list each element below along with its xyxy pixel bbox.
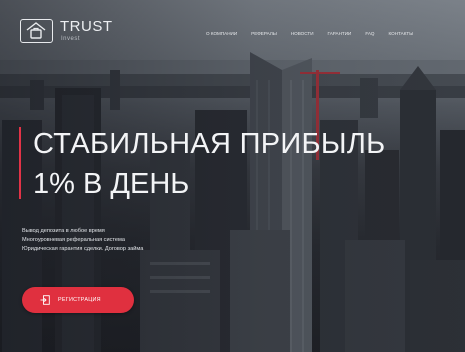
- nav-item-about[interactable]: О компании: [206, 31, 237, 36]
- nav-item-contacts[interactable]: Контакты: [389, 31, 414, 36]
- brand-name[interactable]: TRUST: [60, 18, 113, 35]
- feature-list: Вывод депозита в любое время Многоуровне…: [22, 227, 143, 254]
- hero-section: TRUST Invest О компании Рефералы Новости…: [0, 0, 465, 352]
- register-button-label: Регистрация: [58, 297, 101, 303]
- logo-icon[interactable]: [20, 19, 53, 43]
- nav-item-guarantees[interactable]: Гарантии: [328, 31, 352, 36]
- nav-item-news[interactable]: Новости: [291, 31, 314, 36]
- nav-item-faq[interactable]: FAQ: [365, 31, 374, 36]
- house-bag-icon: [26, 22, 46, 39]
- nav-item-referrals[interactable]: Рефералы: [251, 31, 277, 36]
- feature-item: Юридическая гарантия сделки. Договор зай…: [22, 246, 144, 252]
- feature-item: Многоуровневая реферальная система: [22, 237, 125, 243]
- main-nav: О компании Рефералы Новости Гарантии FAQ…: [206, 31, 413, 36]
- brand-subtitle: Invest: [61, 36, 81, 42]
- hero-title-line2: 1% В ДЕНЬ: [33, 168, 190, 200]
- hero-title-line1: СТАБИЛЬНАЯ ПРИБЫЛЬ: [33, 128, 386, 160]
- register-button[interactable]: Регистрация: [22, 287, 134, 313]
- login-arrow-icon: [40, 295, 50, 305]
- accent-bar: [19, 127, 21, 199]
- feature-item: Вывод депозита в любое время: [22, 228, 105, 234]
- header: TRUST Invest О компании Рефералы Новости…: [0, 0, 465, 56]
